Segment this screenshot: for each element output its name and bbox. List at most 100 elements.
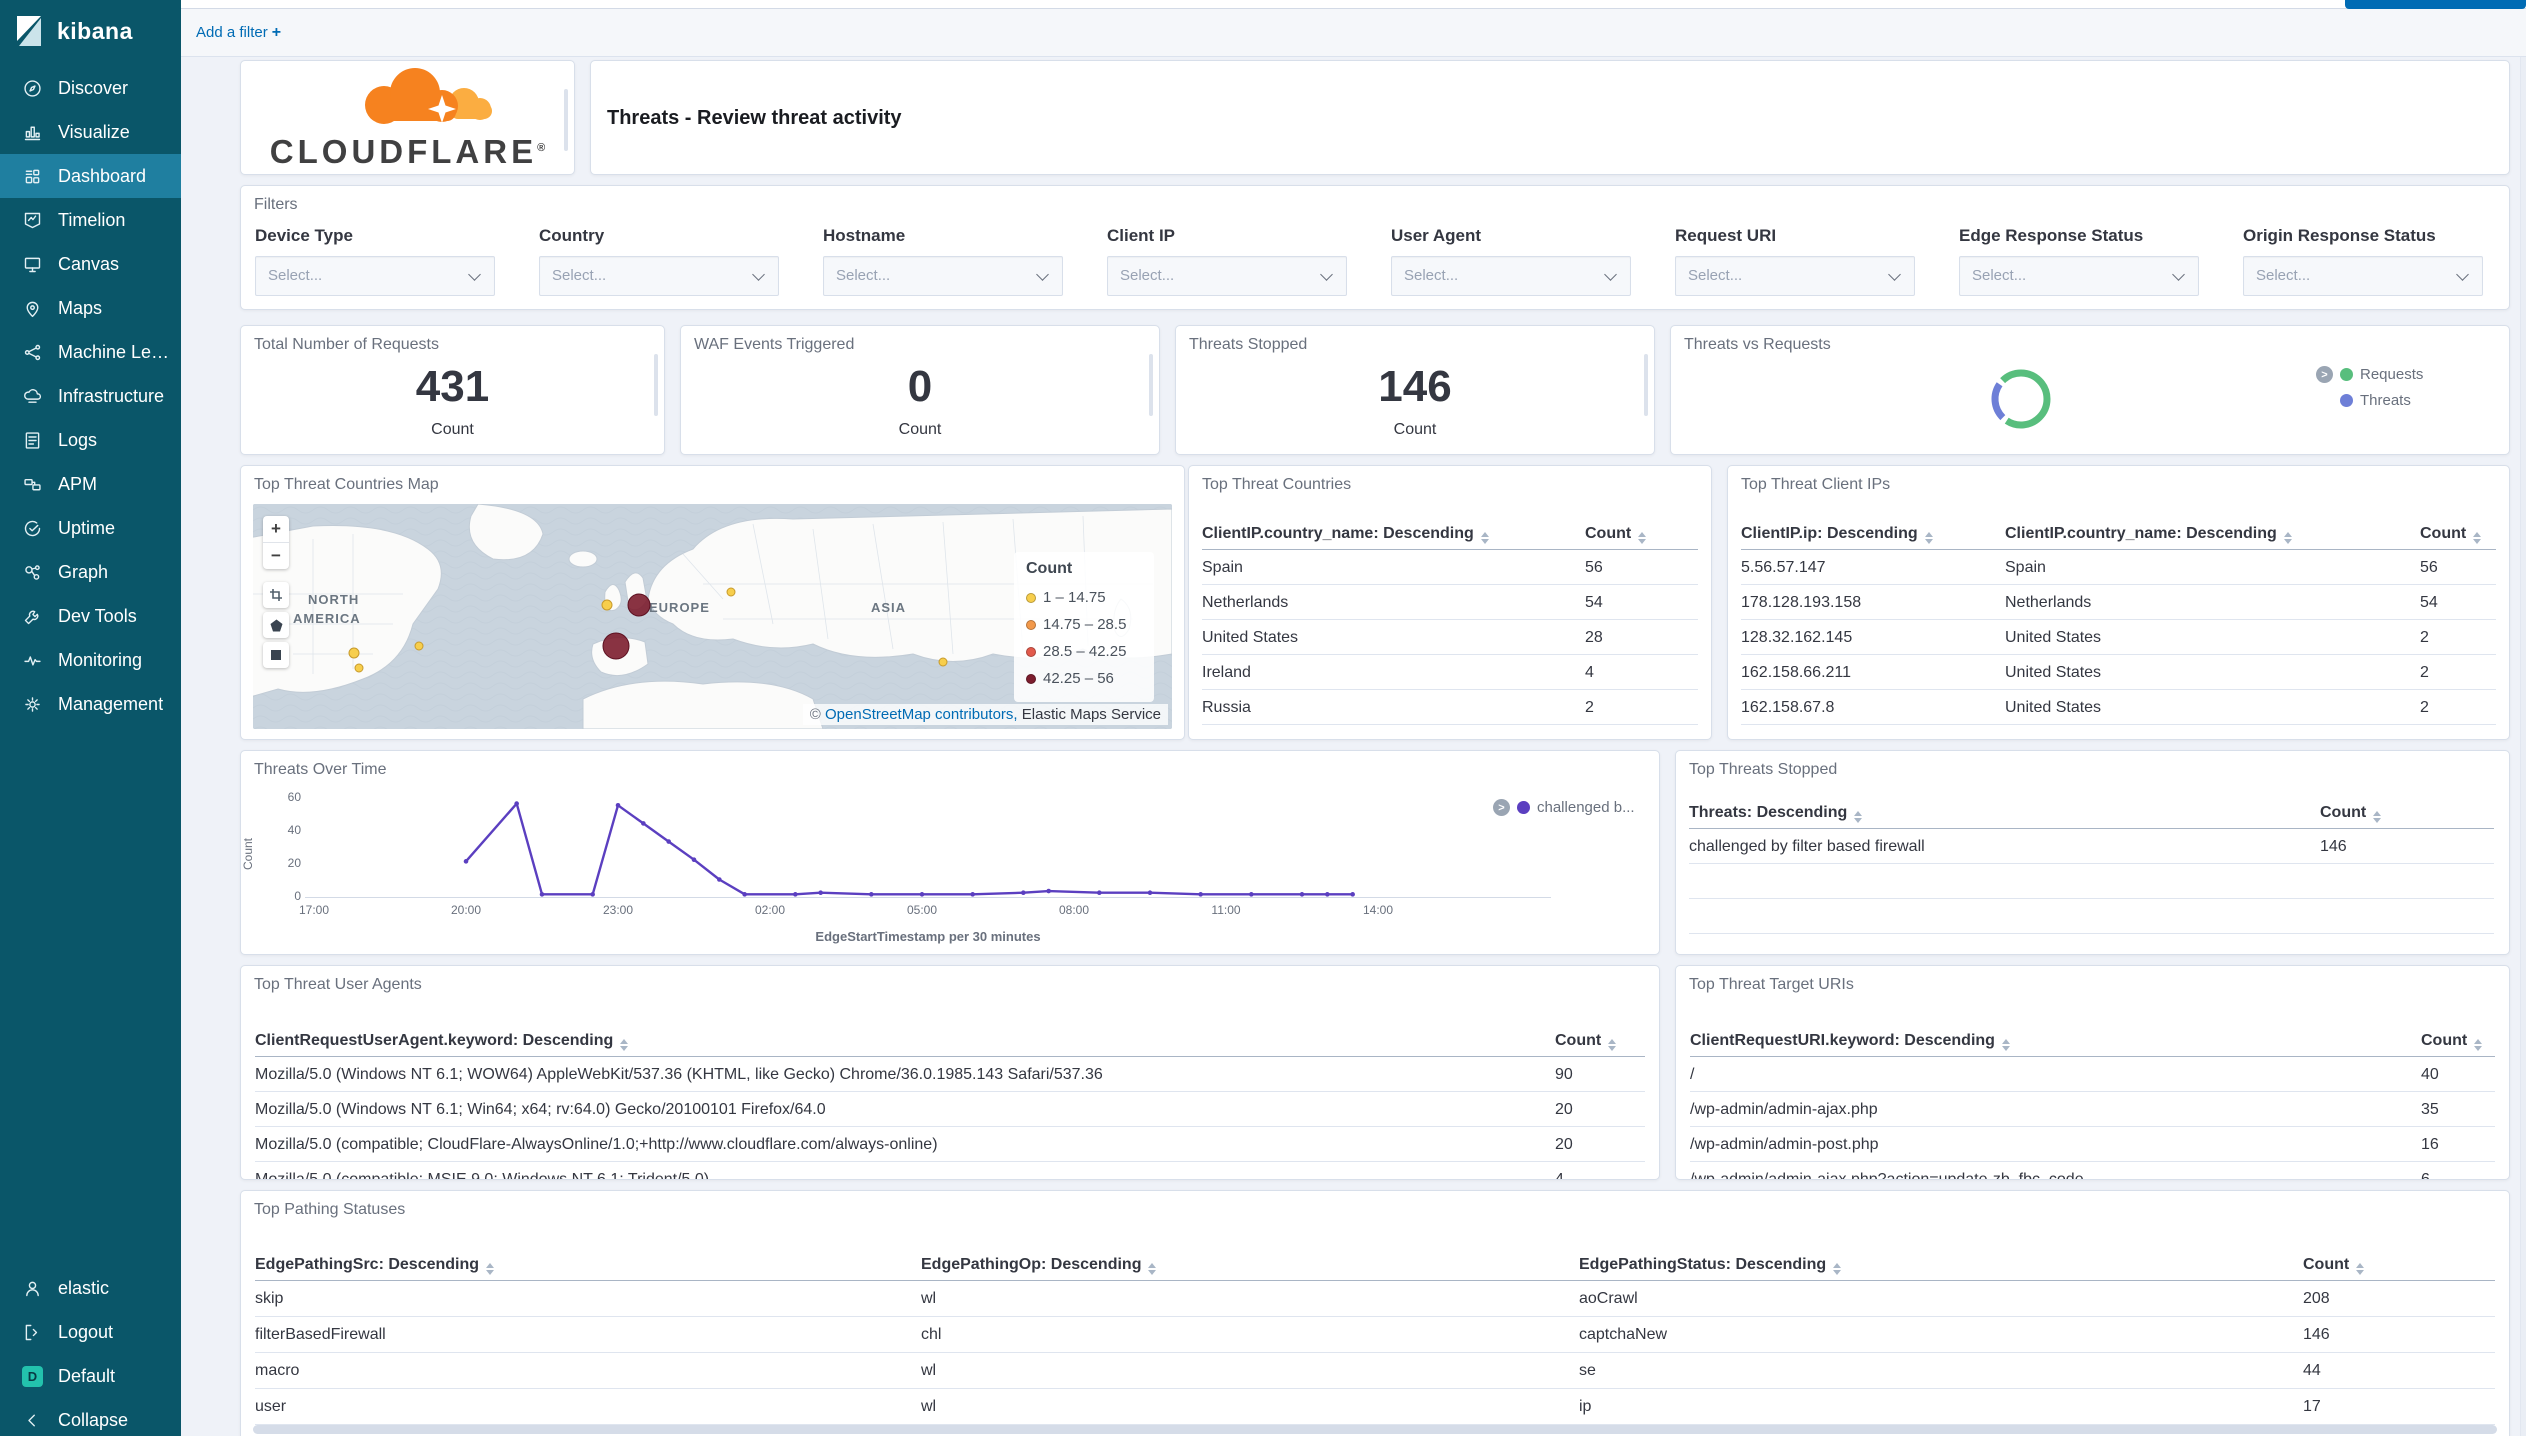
sidebar-item-logs[interactable]: Logs — [0, 418, 181, 462]
sidebar-item-user[interactable]: elastic — [0, 1266, 181, 1310]
panel-scrollbar[interactable] — [564, 89, 568, 151]
client-ip-select[interactable]: Select... — [1107, 256, 1347, 296]
bubble-us[interactable] — [414, 641, 424, 651]
kibana-logo[interactable]: kibana — [0, 0, 181, 62]
bubble-ireland[interactable] — [601, 599, 613, 611]
column-header[interactable]: ClientIP.country_name: Descending — [2005, 520, 2292, 548]
column-header[interactable]: Count — [2303, 1251, 2365, 1279]
metric-threats-stopped: Threats Stopped 146 Count — [1175, 325, 1655, 455]
add-filter-link[interactable]: Add a filter + — [196, 24, 281, 42]
table-row: Spain 56 — [1202, 550, 1698, 585]
canvas-icon — [24, 257, 41, 272]
sidebar-item-dev-tools[interactable]: Dev Tools — [0, 594, 181, 638]
machine-learning-icon — [24, 344, 41, 360]
column-header[interactable]: Count — [2320, 799, 2382, 827]
sidebar-item-visualize[interactable]: Visualize — [0, 110, 181, 154]
legend-dot — [1026, 619, 1036, 630]
legend-item-challenged[interactable]: > challenged b... — [1493, 799, 1635, 816]
bubble-asia[interactable] — [938, 657, 948, 667]
sidebar-item-maps[interactable]: Maps — [0, 286, 181, 330]
column-header[interactable]: ClientIP.country_name: Descending — [1202, 520, 1489, 548]
compass-icon — [24, 79, 41, 97]
legend-expand-icon[interactable]: > — [2316, 366, 2333, 383]
sidebar-item-machine-learning[interactable]: Machine Le… — [0, 330, 181, 374]
hostname-select[interactable]: Select... — [823, 256, 1063, 296]
column-header[interactable]: EdgePathingOp: Descending — [921, 1251, 1157, 1279]
metric-value: 431 — [415, 362, 490, 411]
filter-user-agent: User Agent Select... — [1391, 226, 1631, 296]
map-fit-bounds-button[interactable] — [263, 582, 289, 608]
column-header[interactable]: EdgePathingStatus: Descending — [1579, 1251, 1842, 1279]
horizontal-scrollbar[interactable] — [253, 1425, 2497, 1434]
column-header[interactable]: Count — [2421, 1027, 2483, 1055]
sidebar-item-logout[interactable]: Logout — [0, 1310, 181, 1354]
sort-icon — [1833, 1263, 1842, 1275]
sidebar-item-space-default[interactable]: D Default — [0, 1354, 181, 1398]
column-header[interactable]: ClientRequestURI.keyword: Descending — [1690, 1027, 2010, 1055]
sort-icon — [2283, 532, 2292, 544]
country-select[interactable]: Select... — [539, 256, 779, 296]
sort-icon — [1924, 532, 1933, 544]
sidebar-item-management[interactable]: Management — [0, 682, 181, 726]
world-map[interactable]: NORTH AMERICA EUROPE ASIA + − Count 1 – … — [253, 504, 1172, 729]
map-label-america: AMERICA — [293, 611, 361, 626]
sidebar-item-canvas[interactable]: Canvas — [0, 242, 181, 286]
table-row: Ireland 4 — [1202, 655, 1698, 690]
zoom-in-button[interactable]: + — [263, 517, 289, 543]
sort-icon — [2474, 1039, 2483, 1051]
bubble-spain[interactable] — [602, 632, 630, 660]
bubble-russia[interactable] — [726, 587, 736, 597]
map-polygon-tool-button[interactable] — [263, 612, 289, 638]
sidebar-item-graph[interactable]: Graph — [0, 550, 181, 594]
column-header[interactable]: Count — [1555, 1027, 1617, 1055]
osm-link[interactable]: OpenStreetMap contributors, — [825, 706, 1018, 723]
legend-item-requests[interactable]: > Requests — [2316, 366, 2423, 383]
column-header[interactable]: Count — [2420, 520, 2482, 548]
table-row: /wp-admin/admin-ajax.php?action=update-z… — [1690, 1162, 2495, 1179]
map-label-asia: ASIA — [871, 600, 906, 615]
chevron-down-icon — [1320, 268, 1333, 281]
zoom-out-button[interactable]: − — [263, 543, 289, 569]
x-tick: 23:00 — [602, 903, 634, 917]
sidebar-item-infrastructure[interactable]: Infrastructure — [0, 374, 181, 418]
user-agent-select[interactable]: Select... — [1391, 256, 1631, 296]
table-row: 162.158.67.8 United States 2 — [1741, 690, 2496, 725]
legend-item-threats[interactable]: Threats — [2316, 392, 2423, 409]
map-rectangle-tool-button[interactable] — [263, 642, 289, 668]
sidebar-item-apm[interactable]: APM — [0, 462, 181, 506]
update-button-edge[interactable] — [2345, 0, 2526, 9]
panel-title: Filters — [254, 196, 298, 213]
column-header[interactable]: EdgePathingSrc: Descending — [255, 1251, 495, 1279]
legend-expand-icon[interactable]: > — [1493, 799, 1510, 816]
edge-response-status-select[interactable]: Select... — [1959, 256, 2199, 296]
device-type-select[interactable]: Select... — [255, 256, 495, 296]
sidebar-item-timelion[interactable]: Timelion — [0, 198, 181, 242]
cloudflare-cloud-icon — [365, 68, 492, 124]
bubble-netherlands[interactable] — [627, 593, 651, 617]
sidebar-item-uptime[interactable]: Uptime — [0, 506, 181, 550]
column-header[interactable]: Threats: Descending — [1689, 799, 1863, 827]
sidebar-item-monitoring[interactable]: Monitoring — [0, 638, 181, 682]
bubble-us[interactable] — [354, 663, 364, 673]
sidebar-item-dashboard[interactable]: Dashboard — [0, 154, 181, 198]
column-header[interactable]: ClientRequestUserAgent.keyword: Descendi… — [255, 1027, 629, 1055]
legend-bin: 28.5 – 42.25 — [1026, 638, 1142, 665]
origin-response-status-select[interactable]: Select... — [2243, 256, 2483, 296]
crop-icon — [270, 589, 282, 601]
page-scrollbar[interactable] — [2520, 57, 2526, 1436]
metric-total-requests: Total Number of Requests 431 Count — [240, 325, 665, 455]
sidebar-item-collapse[interactable]: Collapse — [0, 1398, 181, 1436]
cloudflare-wordmark: CLOUDFLARE® — [269, 133, 546, 170]
column-header[interactable]: ClientIP.ip: Descending — [1741, 520, 1933, 548]
table-row: /wp-admin/admin-post.php 16 — [1690, 1127, 2495, 1162]
chevron-down-icon — [2172, 268, 2185, 281]
panel-scrollbar[interactable] — [654, 354, 658, 416]
panel-scrollbar[interactable] — [1149, 354, 1153, 416]
table-row: /40 — [1690, 1057, 2495, 1092]
panel-scrollbar[interactable] — [1644, 354, 1648, 416]
table-row: challenged by filter based firewall 146 — [1689, 829, 2494, 864]
column-header[interactable]: Count — [1585, 520, 1647, 548]
request-uri-select[interactable]: Select... — [1675, 256, 1915, 296]
bubble-us[interactable] — [348, 647, 360, 659]
sidebar-item-discover[interactable]: Discover — [0, 66, 181, 110]
